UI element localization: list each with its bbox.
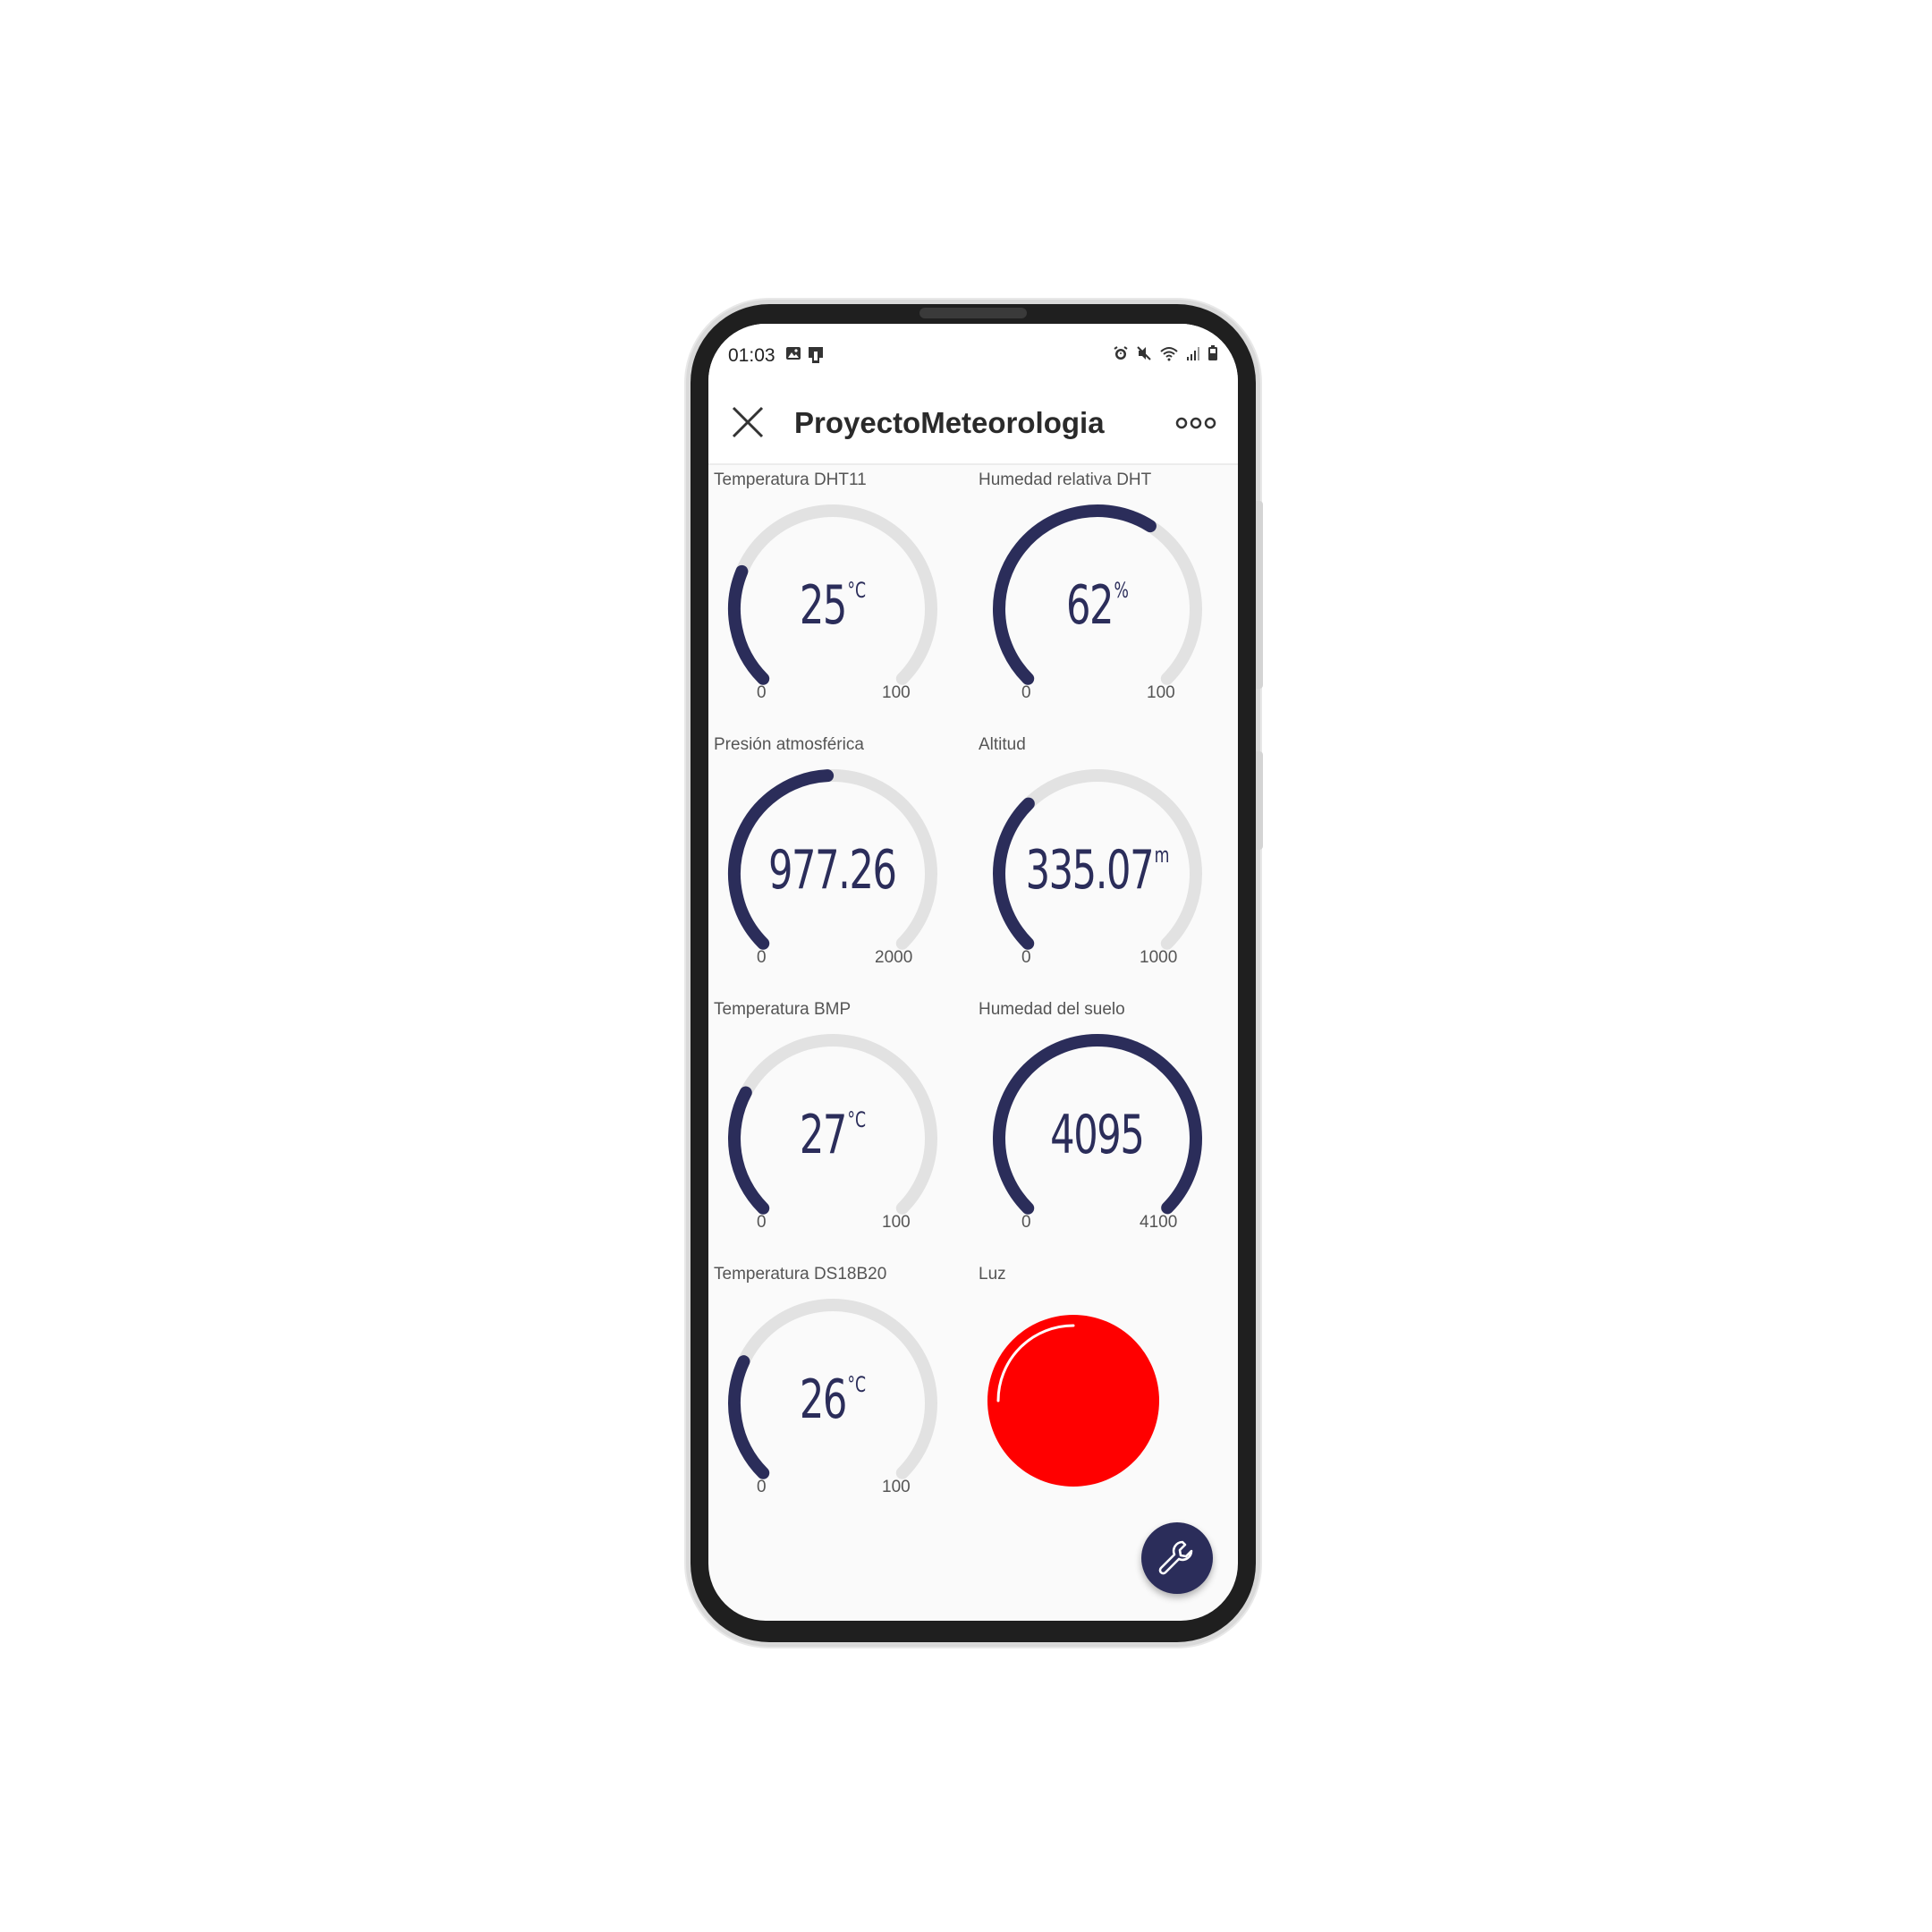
wrench-icon bbox=[1158, 1540, 1193, 1575]
gauge-min: 0 bbox=[757, 683, 767, 702]
gauge-value-number: 4095 bbox=[1050, 1104, 1145, 1166]
gauge-presion-atmosferica[interactable]: 977.26 0 2000 bbox=[721, 762, 945, 986]
gauge-value: 26°C bbox=[752, 1368, 913, 1431]
gauge-value-number: 335.07 bbox=[1025, 839, 1155, 902]
battery-icon bbox=[1208, 345, 1217, 360]
phone-side-button bbox=[1256, 501, 1263, 689]
gauge-value: 4095 bbox=[1017, 1104, 1178, 1166]
app-screen: 01:03 ProyectoMeteorologia Temperatura D… bbox=[708, 324, 1238, 1621]
gauge-temperatura-dht11[interactable]: 25°C 0 100 bbox=[721, 497, 945, 721]
gauge-humedad-del-suelo[interactable]: 4095 0 4100 bbox=[986, 1027, 1209, 1250]
gauge-min: 0 bbox=[757, 1213, 767, 1232]
gauge-value-number: 62 bbox=[1066, 574, 1114, 637]
gauge-unit: °C bbox=[847, 1372, 867, 1397]
app-bar: ProyectoMeteorologia bbox=[708, 383, 1238, 465]
status-time: 01:03 bbox=[728, 345, 775, 366]
gauge-min: 0 bbox=[757, 948, 767, 967]
page-title: ProyectoMeteorologia bbox=[794, 406, 1105, 439]
led-indicator[interactable] bbox=[987, 1315, 1159, 1487]
alarm-icon bbox=[1114, 346, 1128, 360]
gauge-max: 2000 bbox=[875, 948, 913, 967]
gauge-max: 100 bbox=[882, 1213, 911, 1232]
cast-icon bbox=[809, 347, 823, 363]
gauge-temperatura-bmp[interactable]: 27°C 0 100 bbox=[721, 1027, 945, 1250]
mute-icon bbox=[1137, 346, 1151, 360]
gauge-min: 0 bbox=[1021, 1213, 1031, 1232]
widget-label-luz: Luz bbox=[979, 1265, 1006, 1284]
gauge-min: 0 bbox=[757, 1478, 767, 1496]
gauge-max: 100 bbox=[882, 1478, 911, 1496]
gauge-value: 62% bbox=[1017, 574, 1178, 637]
gauge-max: 100 bbox=[882, 683, 911, 702]
more-icon[interactable] bbox=[1175, 410, 1216, 436]
gauge-value-number: 27 bbox=[799, 1104, 848, 1166]
gauge-unit: % bbox=[1114, 578, 1129, 603]
widget-label-temperatura-ds18b20: Temperatura DS18B20 bbox=[714, 1265, 887, 1284]
gauge-min: 0 bbox=[1021, 683, 1031, 702]
device-mockup: 01:03 ProyectoMeteorologia Temperatura D… bbox=[0, 0, 1932, 1932]
gauge-value-number: 977.26 bbox=[768, 839, 897, 902]
widget-label-temperatura-bmp: Temperatura BMP bbox=[714, 1000, 852, 1019]
gauge-min: 0 bbox=[1021, 948, 1031, 967]
gauge-unit: °C bbox=[847, 1107, 867, 1132]
led-light bbox=[987, 1315, 1159, 1487]
gauge-humedad-relativa-dht[interactable]: 62% 0 100 bbox=[986, 497, 1209, 721]
gauge-unit: °C bbox=[847, 578, 867, 603]
gauge-value: 25°C bbox=[752, 574, 913, 637]
settings-fab[interactable] bbox=[1141, 1522, 1213, 1594]
gauge-value-number: 25 bbox=[799, 574, 848, 637]
status-bar: 01:03 bbox=[708, 324, 1238, 383]
phone-side-button bbox=[1256, 751, 1263, 850]
gauge-max: 4100 bbox=[1140, 1213, 1178, 1232]
gauge-value: 27°C bbox=[752, 1104, 913, 1166]
widget-label-altitud: Altitud bbox=[979, 735, 1026, 754]
signal-icon bbox=[1187, 347, 1199, 360]
gauge-temperatura-ds18b20[interactable]: 26°C 0 100 bbox=[721, 1292, 945, 1515]
widget-label-temperatura-dht11: Temperatura DHT11 bbox=[714, 470, 867, 489]
gauge-max: 1000 bbox=[1140, 948, 1178, 967]
image-icon bbox=[786, 347, 801, 360]
gauge-max: 100 bbox=[1147, 683, 1175, 702]
gauge-value: 977.26 bbox=[752, 839, 913, 902]
widget-label-humedad-relativa-dht: Humedad relativa DHT bbox=[979, 470, 1152, 489]
wifi-icon bbox=[1160, 347, 1178, 361]
widget-label-presion-atmosferica: Presión atmosférica bbox=[714, 735, 864, 754]
close-icon[interactable] bbox=[728, 402, 767, 442]
phone-speaker bbox=[919, 308, 1027, 318]
gauge-value-number: 26 bbox=[799, 1368, 848, 1431]
widget-label-humedad-del-suelo: Humedad del suelo bbox=[979, 1000, 1125, 1019]
gauge-unit: m bbox=[1154, 843, 1170, 868]
gauge-altitud[interactable]: 335.07m 0 1000 bbox=[986, 762, 1209, 986]
gauge-value: 335.07m bbox=[1017, 839, 1178, 902]
